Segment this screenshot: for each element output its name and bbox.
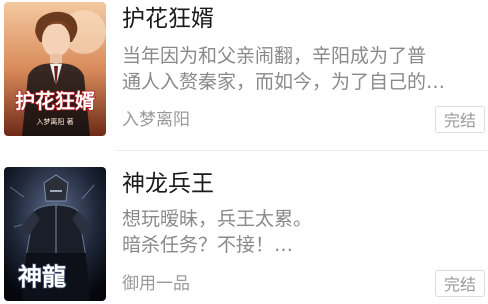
- book-cover[interactable]: 护花狂婿 入梦离阳 著: [4, 2, 106, 136]
- status-badge: 完结: [435, 270, 485, 297]
- book-author: 御用一品: [122, 274, 190, 294]
- cover-title-art: 神龍: [18, 262, 66, 291]
- cover-title-art: 护花狂婿: [15, 89, 95, 113]
- book-cover-armored-warrior-icon: 神龍: [4, 167, 106, 301]
- book-description-line: 通人入赘秦家，而如今，为了自己的…: [122, 71, 446, 93]
- cover-author-art: 入梦离阳 著: [36, 117, 73, 126]
- book-description: 想玩暧昧，兵王太累。 暗杀任务？不接！…: [122, 206, 482, 258]
- book-cover[interactable]: 神龍: [4, 167, 106, 301]
- book-cover-urban-man-icon: 护花狂婿 入梦离阳 著: [4, 2, 106, 136]
- book-title[interactable]: 神龙兵王: [122, 169, 214, 199]
- book-description-line: 想玩暧昧，兵王太累。: [122, 208, 313, 230]
- list-divider: [116, 150, 488, 151]
- book-description-line: 当年因为和父亲闹翻，辛阳成为了普: [122, 45, 427, 67]
- book-list: 护花狂婿 入梦离阳 著 护花狂婿 当年因为和父亲闹翻，辛阳成为了普 通人入赘秦家…: [0, 0, 488, 304]
- book-list-item[interactable]: 护花狂婿 入梦离阳 著 护花狂婿 当年因为和父亲闹翻，辛阳成为了普 通人入赘秦家…: [0, 0, 488, 150]
- book-list-item[interactable]: 神龍 神龙兵王 想玩暧昧，兵王太累。 暗杀任务？不接！… 御用一品 完结: [0, 153, 488, 303]
- book-description-line: 暗杀任务？不接！…: [122, 234, 294, 256]
- book-description: 当年因为和父亲闹翻，辛阳成为了普 通人入赘秦家，而如今，为了自己的…: [122, 43, 482, 95]
- status-badge: 完结: [435, 106, 485, 133]
- book-author: 入梦离阳: [122, 110, 190, 130]
- book-title[interactable]: 护花狂婿: [122, 4, 214, 34]
